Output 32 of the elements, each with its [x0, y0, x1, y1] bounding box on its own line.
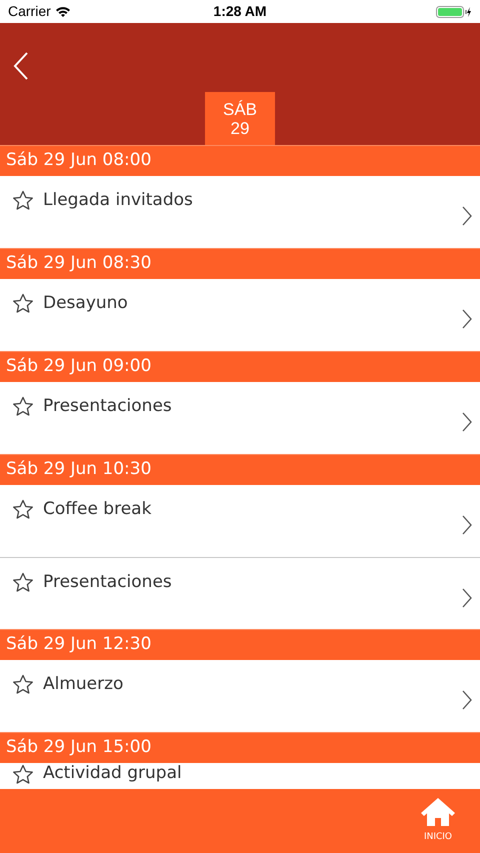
- back-button[interactable]: [12, 51, 30, 81]
- star-icon[interactable]: [12, 499, 34, 520]
- chevron-icon: [462, 588, 472, 608]
- chevron-icon: [462, 206, 472, 226]
- section-header: Sáb 29 Jun 09:00: [6, 355, 152, 378]
- star-icon[interactable]: [12, 764, 34, 785]
- chevron-icon: [462, 515, 472, 535]
- battery-icon: [436, 6, 472, 18]
- section-header: Sáb 29 Jun 12:30: [6, 633, 152, 656]
- home-icon: [420, 797, 456, 827]
- star-icon[interactable]: [12, 572, 34, 593]
- event-title: Actividad grupal: [43, 763, 182, 784]
- section-header: Sáb 29 Jun 10:30: [6, 458, 152, 482]
- chevron-icon: [462, 412, 472, 432]
- chevron-icon: [462, 690, 472, 710]
- section-header: Sáb 29 Jun 08:30: [6, 252, 152, 276]
- event-title: Almuerzo: [43, 673, 124, 696]
- star-icon[interactable]: [12, 293, 34, 314]
- star-icon[interactable]: [12, 396, 34, 417]
- event-title: Coffee break: [43, 498, 152, 521]
- event-title: Presentaciones: [43, 395, 172, 418]
- section-header: Sáb 29 Jun 08:00: [6, 149, 152, 172]
- status-time: 1:28 AM: [213, 2, 267, 21]
- wifi-icon: [54, 6, 71, 18]
- section-header: Sáb 29 Jun 15:00: [6, 736, 152, 760]
- carrier-label: Carrier: [8, 2, 51, 21]
- star-icon[interactable]: [12, 190, 34, 211]
- event-title: Llegada invitados: [43, 189, 193, 212]
- star-icon[interactable]: [12, 674, 34, 695]
- event-title: Desayuno: [43, 292, 128, 315]
- event-title: Presentaciones: [43, 571, 172, 594]
- chevron-icon: [462, 309, 472, 329]
